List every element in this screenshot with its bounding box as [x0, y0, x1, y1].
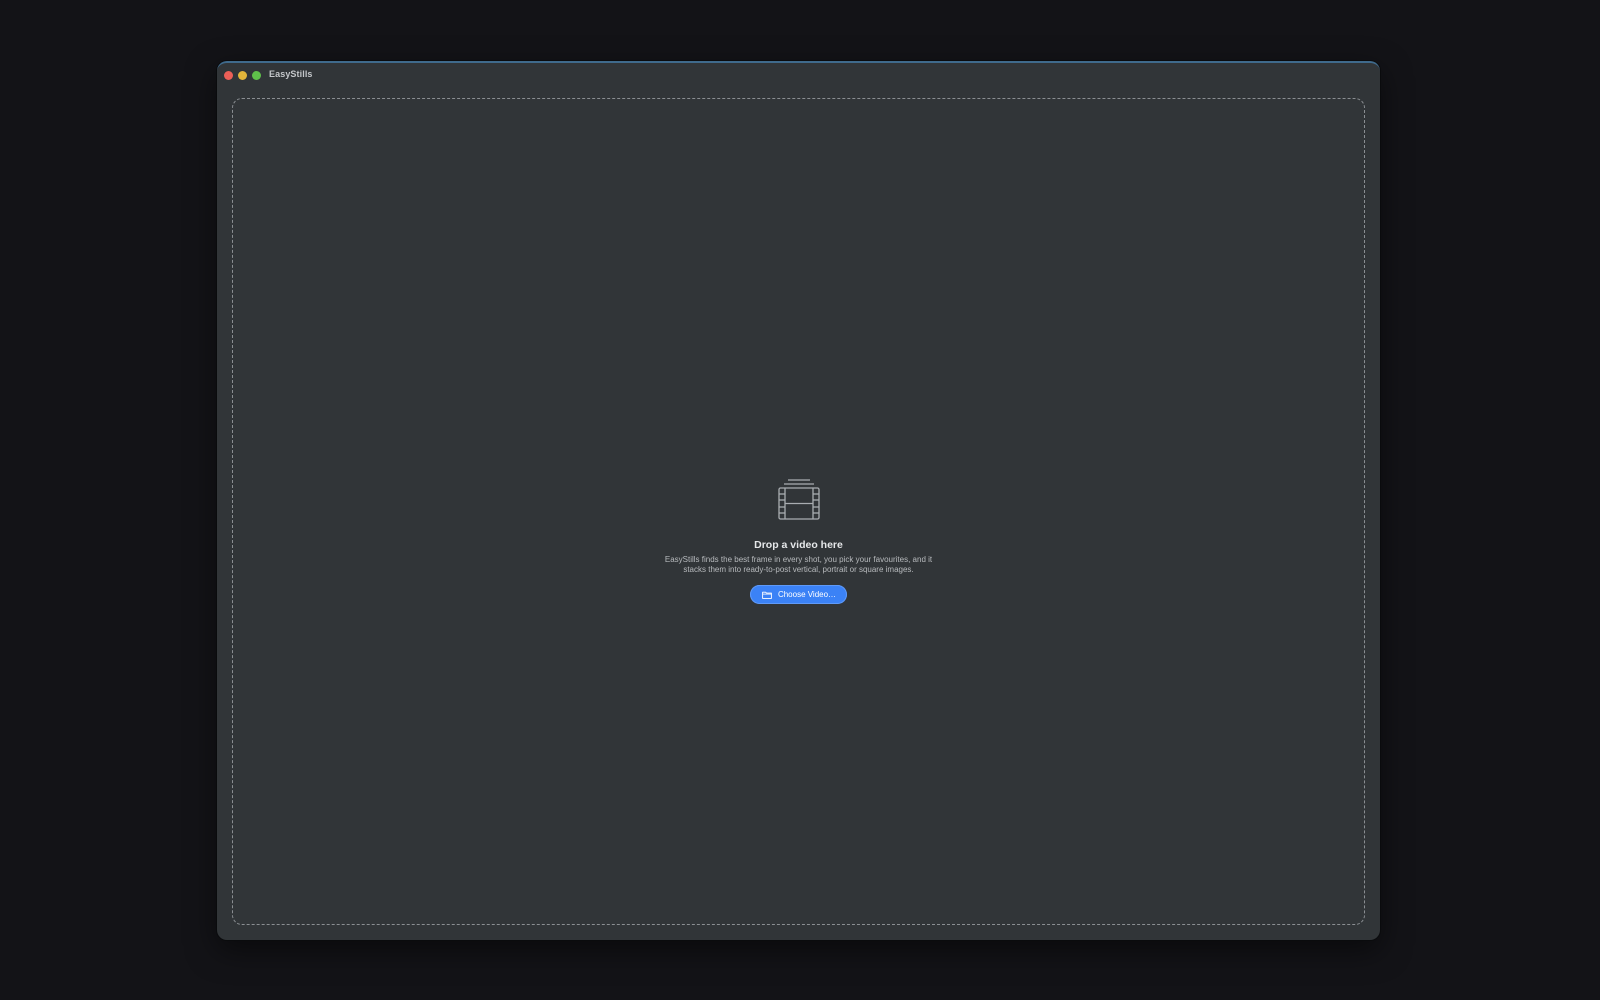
- video-drop-zone[interactable]: Drop a video here EasyStills finds the b…: [232, 98, 1365, 925]
- close-window-button[interactable]: [224, 71, 233, 80]
- window-title: EasyStills: [269, 69, 313, 79]
- app-window: EasyStills Drop a video here EasyStills …: [217, 61, 1380, 940]
- minimize-window-button[interactable]: [238, 71, 247, 80]
- drop-zone-description: EasyStills finds the best frame in every…: [664, 555, 933, 574]
- film-stack-icon: [777, 479, 820, 520]
- zoom-window-button[interactable]: [252, 71, 261, 80]
- drop-zone-content: Drop a video here EasyStills finds the b…: [233, 478, 1364, 604]
- choose-video-button[interactable]: Choose Video…: [749, 585, 848, 604]
- folder-icon: [762, 591, 772, 599]
- drop-zone-headline: Drop a video here: [754, 539, 843, 551]
- choose-video-label: Choose Video…: [777, 590, 837, 599]
- title-bar[interactable]: EasyStills: [217, 63, 1380, 85]
